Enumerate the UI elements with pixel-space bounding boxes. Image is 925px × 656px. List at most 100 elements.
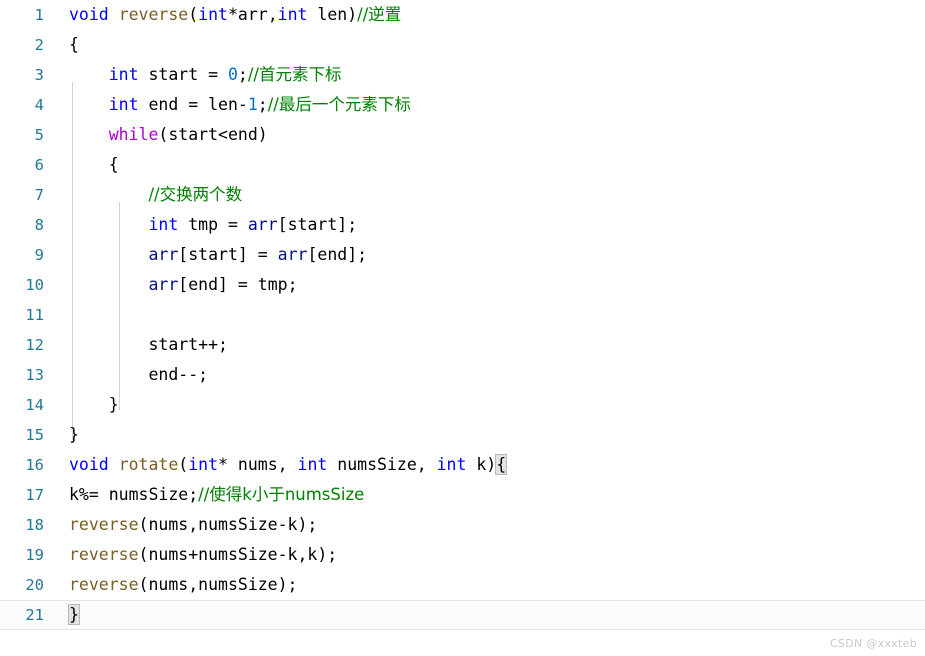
line-number: 21: [25, 606, 44, 624]
line-content[interactable]: arr[end] = tmp;: [44, 270, 925, 300]
token-text: [end] = tmp;: [178, 275, 298, 294]
line-number: 6: [34, 156, 44, 174]
token-params: len): [307, 5, 358, 24]
line-number: 1: [34, 6, 44, 24]
token-text: [start] =: [178, 245, 278, 264]
line-number: 4: [34, 96, 44, 114]
line-number: 17: [25, 486, 44, 504]
code-editor[interactable]: 1 void reverse(int*arr,int len)//逆置 2 { …: [0, 0, 925, 656]
token-keyword: int: [188, 455, 219, 474]
line-content[interactable]: {: [44, 150, 925, 180]
line-content[interactable]: int end = len-1;//最后一个元素下标: [44, 90, 925, 120]
line-content[interactable]: int start = 0;//首元素下标: [44, 60, 925, 90]
code-line-19[interactable]: 19 reverse(nums+numsSize-k,k);: [0, 540, 925, 570]
code-line-17[interactable]: 17 k%= numsSize;//使得k小于numsSize: [0, 480, 925, 510]
line-number: 18: [25, 516, 44, 534]
token-args: (nums,numsSize);: [138, 575, 298, 594]
line-content[interactable]: reverse(nums,numsSize);: [44, 570, 925, 600]
token-function-name: reverse: [118, 5, 189, 24]
token-params: * nums,: [218, 455, 298, 474]
brace-match-highlight-open: {: [495, 454, 508, 475]
line-content[interactable]: reverse(nums,numsSize-k);: [44, 510, 925, 540]
code-line-9[interactable]: 9 arr[start] = arr[end];: [0, 240, 925, 270]
line-content[interactable]: k%= numsSize;//使得k小于numsSize: [44, 480, 925, 510]
token-params: *arr,: [227, 5, 278, 24]
token-brace: {: [69, 35, 79, 54]
code-line-8[interactable]: 8 int tmp = arr[start];: [0, 210, 925, 240]
line-content[interactable]: start++;: [44, 330, 925, 360]
token-comment: //交换两个数: [148, 185, 243, 204]
code-line-16[interactable]: 16 void rotate(int* nums, int numsSize, …: [0, 450, 925, 480]
token-keyword: int: [198, 5, 228, 24]
code-line-11[interactable]: 11: [0, 300, 925, 330]
token-keyword: int: [148, 215, 179, 234]
line-number: 16: [25, 456, 44, 474]
code-line-21[interactable]: 21 }: [0, 600, 925, 630]
token-keyword: int: [297, 455, 328, 474]
token-control-keyword: while: [108, 125, 159, 144]
code-line-3[interactable]: 3 int start = 0;//首元素下标: [0, 60, 925, 90]
line-content[interactable]: reverse(nums+numsSize-k,k);: [44, 540, 925, 570]
line-content[interactable]: while(start<end): [44, 120, 925, 150]
line-number: 10: [25, 276, 44, 294]
line-number: 2: [34, 36, 44, 54]
brace-match-highlight-close: }: [68, 604, 80, 625]
code-line-10[interactable]: 10 arr[end] = tmp;: [0, 270, 925, 300]
code-line-2[interactable]: 2 {: [0, 30, 925, 60]
line-content[interactable]: }: [44, 390, 925, 420]
code-line-15[interactable]: 15 }: [0, 420, 925, 450]
line-content[interactable]: int tmp = arr[start];: [44, 210, 925, 240]
line-content[interactable]: }: [44, 600, 925, 630]
token-text: k%= numsSize;: [69, 485, 199, 504]
token-brace: }: [69, 395, 119, 414]
line-number: 8: [34, 216, 44, 234]
token-text: [start];: [277, 215, 358, 234]
code-line-12[interactable]: 12 start++;: [0, 330, 925, 360]
line-content[interactable]: void rotate(int* nums, int numsSize, int…: [44, 450, 925, 480]
token-comment: //逆置: [357, 5, 402, 24]
token-keyword: void: [69, 455, 109, 474]
token-params: numsSize,: [327, 455, 437, 474]
token-function-call: reverse: [69, 545, 139, 564]
csdn-watermark: CSDN @xxxteb: [829, 637, 917, 650]
line-content[interactable]: end--;: [44, 360, 925, 390]
token-brace: }: [69, 425, 79, 444]
line-content[interactable]: arr[start] = arr[end];: [44, 240, 925, 270]
code-line-14[interactable]: 14 }: [0, 390, 925, 420]
line-content[interactable]: {: [44, 30, 925, 60]
code-line-6[interactable]: 6 {: [0, 150, 925, 180]
code-line-4[interactable]: 4 int end = len-1;//最后一个元素下标: [0, 90, 925, 120]
line-content[interactable]: }: [44, 420, 925, 450]
code-line-5[interactable]: 5 while(start<end): [0, 120, 925, 150]
token-function-name: rotate: [118, 455, 179, 474]
token-keyword: int: [108, 95, 139, 114]
code-line-1[interactable]: 1 void reverse(int*arr,int len)//逆置: [0, 0, 925, 30]
line-number: 13: [25, 366, 44, 384]
line-number: 12: [25, 336, 44, 354]
code-line-13[interactable]: 13 end--;: [0, 360, 925, 390]
token-function-call: reverse: [69, 515, 139, 534]
line-number: 20: [25, 576, 44, 594]
line-content[interactable]: void reverse(int*arr,int len)//逆置: [44, 0, 925, 30]
token-text: [end];: [307, 245, 368, 264]
token-punct: ;: [237, 65, 248, 84]
code-lines: 1 void reverse(int*arr,int len)//逆置 2 { …: [0, 0, 925, 630]
token-text: end = len-: [138, 95, 248, 114]
code-line-7[interactable]: 7 //交换两个数: [0, 180, 925, 210]
code-line-18[interactable]: 18 reverse(nums,numsSize-k);: [0, 510, 925, 540]
token-comment: //首元素下标: [247, 65, 342, 84]
line-number: 9: [34, 246, 44, 264]
token-punct: ;: [257, 95, 268, 114]
line-number: 11: [25, 306, 44, 324]
token-variable: arr: [148, 275, 179, 294]
code-line-20[interactable]: 20 reverse(nums,numsSize);: [0, 570, 925, 600]
line-number: 15: [25, 426, 44, 444]
line-content[interactable]: //交换两个数: [44, 180, 925, 210]
line-number: 19: [25, 546, 44, 564]
